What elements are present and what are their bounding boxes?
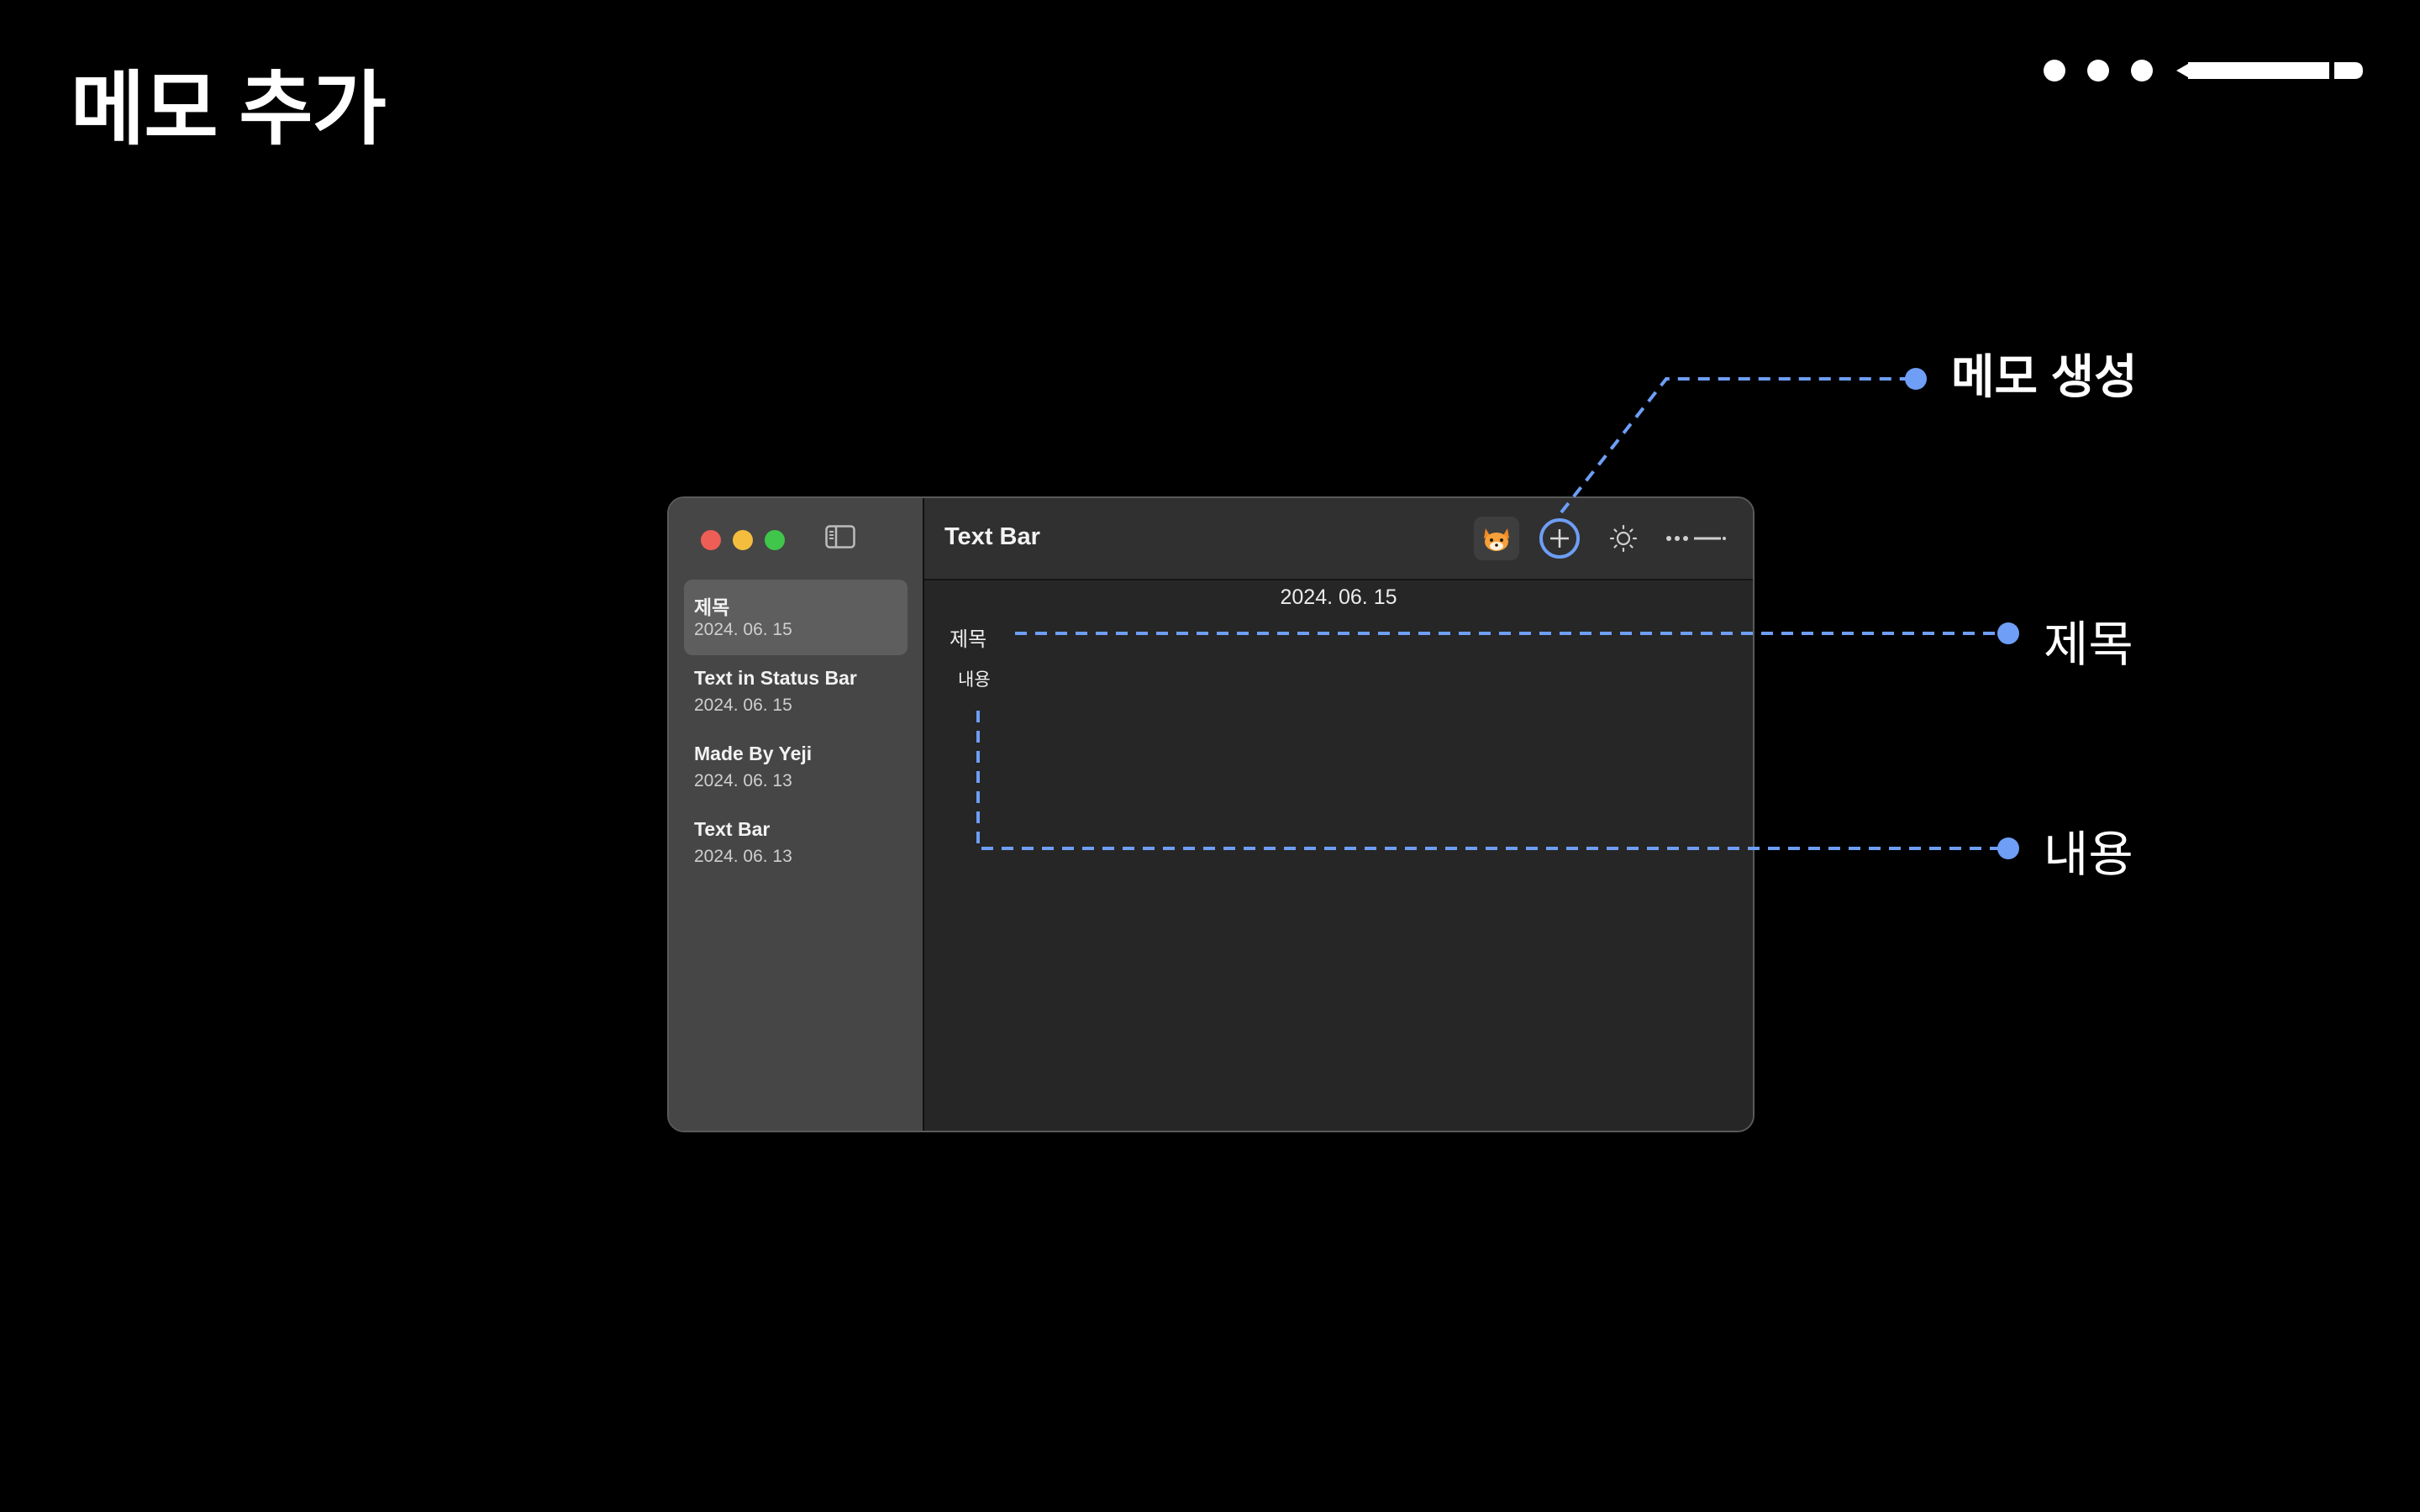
sun-icon bbox=[1609, 524, 1638, 553]
sidebar-toggle-button[interactable] bbox=[825, 525, 855, 549]
note-list-item[interactable]: 제목 2024. 06. 15 bbox=[684, 580, 908, 655]
decoration-dot bbox=[2044, 60, 2065, 81]
add-note-button[interactable] bbox=[1538, 517, 1581, 560]
more-ellipsis-icon bbox=[1666, 536, 1726, 541]
title-callout-dot bbox=[1997, 622, 2019, 644]
editor-pane: Text Bar 2024. 06. 15 제목 내용 bbox=[924, 498, 1753, 1131]
slide-title: 메모 추가 bbox=[71, 65, 387, 155]
callout-label-title: 제목 bbox=[2044, 617, 2133, 672]
toolbar-title: Text Bar bbox=[944, 523, 1040, 550]
zoom-window-button[interactable] bbox=[765, 530, 785, 550]
note-title: Text in Status Bar bbox=[694, 667, 857, 689]
appearance-button[interactable] bbox=[1602, 517, 1645, 560]
minimize-window-button[interactable] bbox=[733, 530, 753, 550]
callout-label-create: 메모 생성 bbox=[1951, 350, 2138, 403]
toolbar: Text Bar bbox=[924, 498, 1753, 580]
note-title: Made By Yeji bbox=[694, 743, 813, 764]
note-list-item[interactable]: Made By Yeji 2024. 06. 13 bbox=[684, 731, 908, 806]
note-list-item[interactable]: Text in Status Bar 2024. 06. 15 bbox=[684, 655, 908, 731]
app-window: 제목 2024. 06. 15 Text in Status Bar 2024.… bbox=[667, 496, 1754, 1132]
decoration-dots-pencil bbox=[2033, 55, 2370, 86]
plus-circle-icon bbox=[1539, 518, 1580, 559]
note-content-field[interactable]: 내용 bbox=[958, 666, 991, 691]
decoration-dot bbox=[2131, 60, 2153, 81]
note-title: Text Bar bbox=[694, 818, 771, 840]
note-date: 2024. 06. 15 bbox=[694, 696, 792, 715]
note-date: 2024. 06. 15 bbox=[694, 620, 792, 639]
sidebar: 제목 2024. 06. 15 Text in Status Bar 2024.… bbox=[669, 498, 924, 1131]
content-callout-dot bbox=[1997, 837, 2019, 859]
note-list-item[interactable]: Text Bar 2024. 06. 13 bbox=[684, 806, 908, 882]
close-window-button[interactable] bbox=[701, 530, 721, 550]
note-title: 제목 bbox=[694, 596, 730, 618]
note-date: 2024. 06. 13 bbox=[694, 847, 792, 866]
profile-button[interactable] bbox=[1474, 517, 1519, 560]
slide: 메모 추가 제목 2024. 06. 15 Text in Status Bar… bbox=[0, 0, 2420, 1512]
create-callout-line bbox=[1560, 377, 1907, 514]
decoration-dot bbox=[2087, 60, 2109, 81]
more-options-button[interactable] bbox=[1660, 517, 1733, 560]
editor-date: 2024. 06. 15 bbox=[1280, 585, 1397, 609]
sidebar-toggle-icon bbox=[825, 525, 855, 549]
create-callout-dot bbox=[1905, 368, 1927, 390]
callout-label-content: 내용 bbox=[2044, 827, 2133, 882]
fox-avatar-icon bbox=[1484, 528, 1509, 551]
note-date: 2024. 06. 13 bbox=[694, 771, 792, 790]
note-title-field[interactable]: 제목 bbox=[950, 622, 986, 652]
pencil-icon bbox=[2176, 62, 2363, 79]
